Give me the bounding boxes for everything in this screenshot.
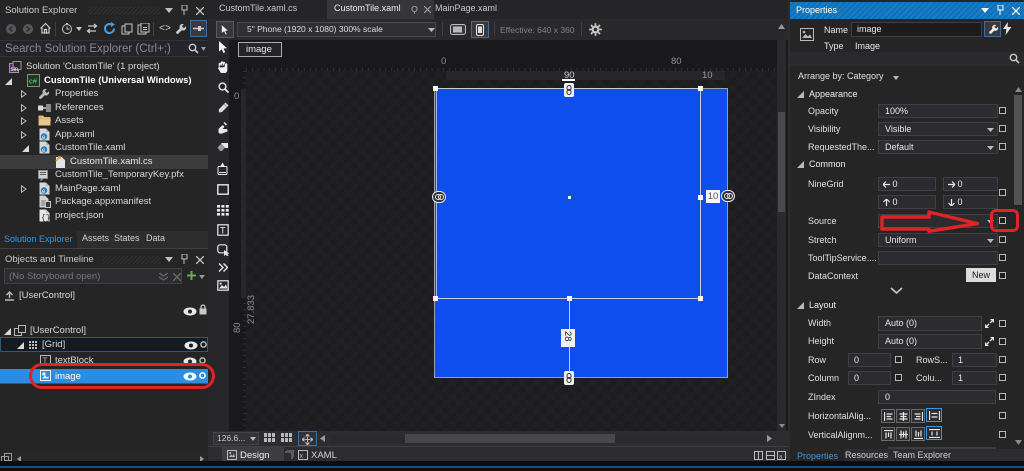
svg-text:x: x <box>300 453 304 460</box>
svg-text:T: T <box>220 226 226 236</box>
svg-text:sln: sln <box>11 67 19 73</box>
svg-text:c#: c# <box>29 76 38 85</box>
svg-text:{}: {} <box>41 214 50 222</box>
